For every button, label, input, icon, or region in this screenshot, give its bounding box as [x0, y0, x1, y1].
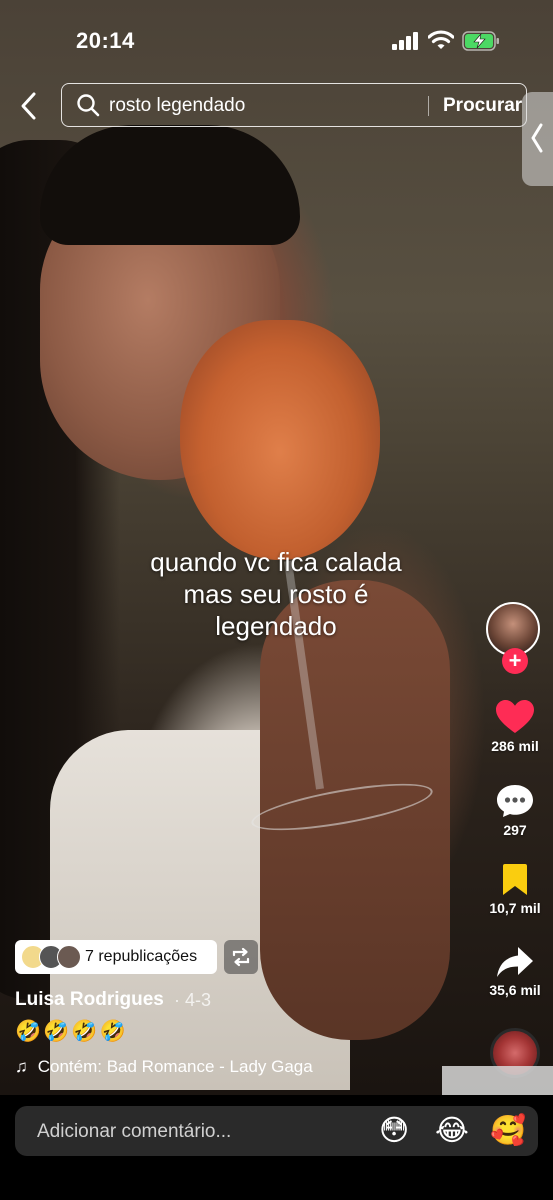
comment-bubble-icon — [497, 785, 533, 817]
share-arrow-icon — [497, 947, 533, 977]
post-date: · 4-3 — [174, 990, 212, 1010]
share-count: 35,6 mil — [489, 982, 541, 998]
like-button[interactable]: 286 mil — [470, 699, 553, 754]
video-frame-drink — [180, 320, 380, 560]
caption-line: quando vc fica calada — [150, 547, 402, 577]
follow-button[interactable]: + — [502, 648, 528, 674]
reposts-label: 7 republicações — [85, 948, 198, 965]
video-description: 🤣🤣🤣🤣 — [15, 1020, 128, 1043]
caption-line: mas seu rosto é — [183, 579, 369, 609]
search-query[interactable]: rosto legendado — [109, 95, 245, 117]
share-button[interactable]: 35,6 mil — [470, 945, 553, 998]
save-count: 10,7 mil — [489, 900, 541, 916]
emoji-laughing-button[interactable]: 😂 — [435, 1115, 469, 1147]
video-caption: quando vc fica calada mas seu rosto é le… — [120, 546, 432, 642]
comment-input[interactable]: Adicionar comentário... 😳 😂 🥰 — [15, 1106, 538, 1156]
back-button[interactable] — [14, 88, 44, 124]
status-bar: 20:14 — [0, 0, 553, 80]
save-button[interactable]: 10,7 mil — [470, 863, 553, 916]
search-input[interactable]: rosto legendado Procurar — [61, 83, 527, 127]
wifi-icon — [428, 30, 454, 49]
search-submit-button[interactable]: Procurar — [443, 95, 522, 117]
video-frame-sign — [442, 1066, 553, 1096]
repost-arrows-icon — [232, 947, 250, 967]
repost-button[interactable] — [224, 940, 258, 974]
comment-placeholder: Adicionar comentário... — [37, 1121, 232, 1142]
comment-button[interactable]: 297 — [470, 783, 553, 838]
chevron-left-icon — [531, 123, 543, 153]
search-divider — [428, 96, 429, 116]
emoji-love-button[interactable]: 🥰 — [490, 1115, 526, 1147]
repost-avatar — [57, 945, 81, 969]
music-note-icon: ♫ — [15, 1057, 28, 1076]
comment-count: 297 — [503, 822, 527, 838]
battery-charging-icon — [462, 31, 499, 51]
reposts-badge[interactable]: 7 republicações — [15, 940, 217, 974]
like-count: 286 mil — [491, 738, 539, 754]
bookmark-icon — [503, 864, 527, 895]
search-icon — [77, 94, 100, 117]
side-panel-handle[interactable] — [522, 92, 553, 186]
video-frame-hair-top — [40, 125, 300, 245]
caption-line: legendado — [215, 611, 337, 641]
signal-bars-icon — [392, 32, 420, 50]
author-name[interactable]: Luisa Rodrigues — [15, 989, 164, 1011]
emoji-flushed-button[interactable]: 😳 — [379, 1115, 409, 1147]
sound-link[interactable]: ♫ Contém: Bad Romance - Lady Gaga — [15, 1057, 313, 1077]
status-time: 20:14 — [76, 28, 135, 53]
heart-icon — [496, 700, 534, 733]
sound-label: Contém: Bad Romance - Lady Gaga — [37, 1057, 313, 1076]
